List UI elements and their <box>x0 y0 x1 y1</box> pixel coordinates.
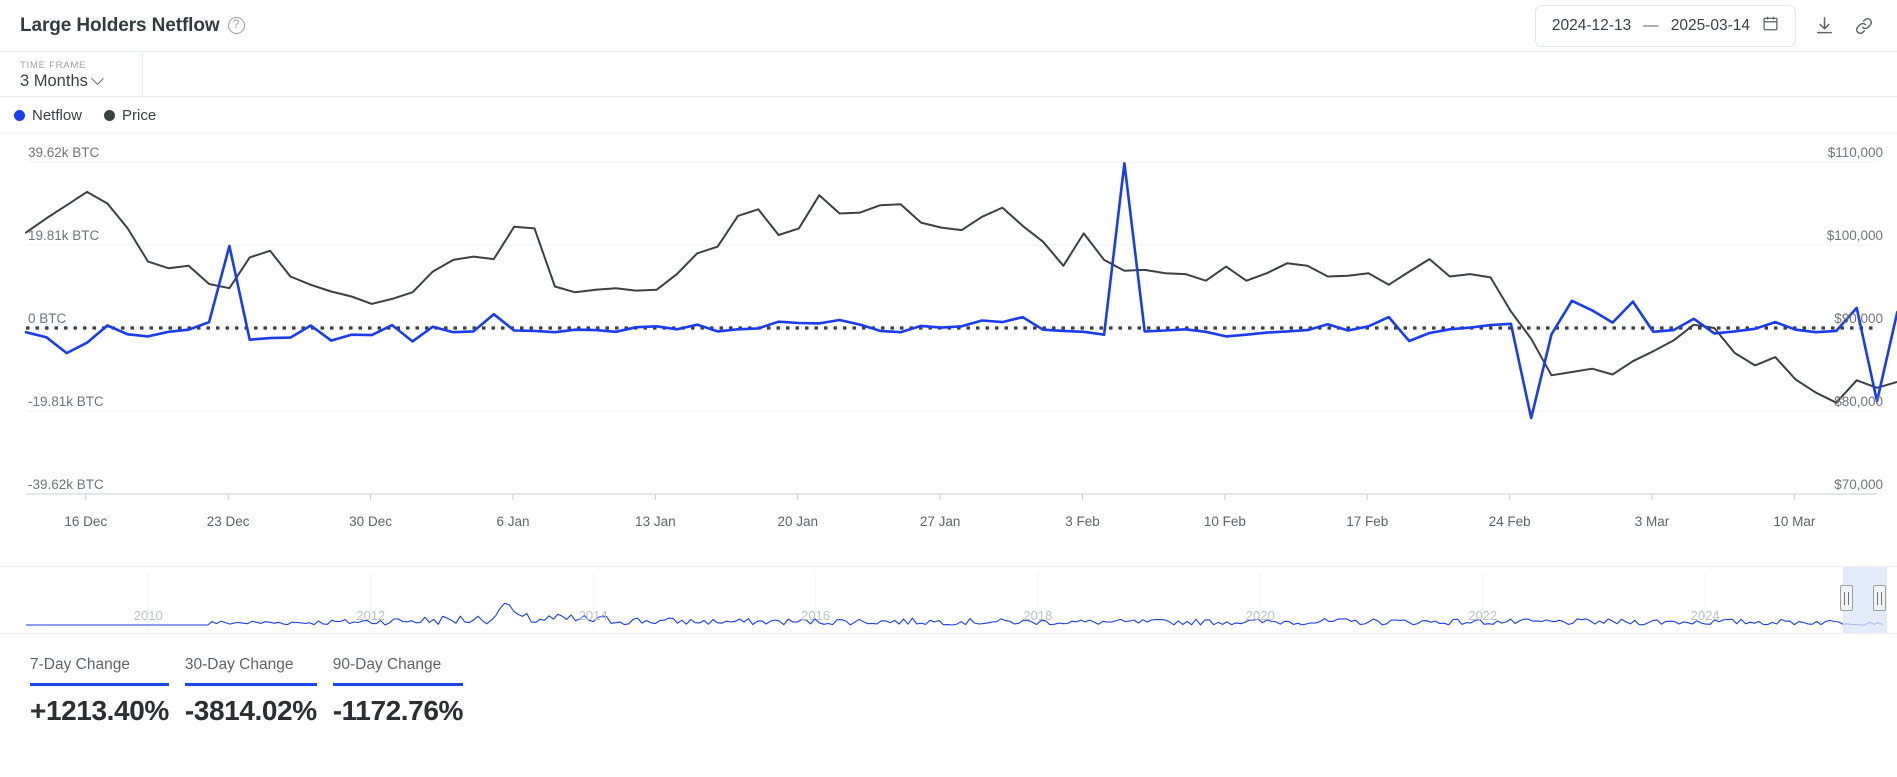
link-icon[interactable] <box>1853 15 1875 37</box>
y-axis-left-tick: 39.62k BTC <box>28 145 100 160</box>
chart-legend: Netflow Price <box>0 97 1897 134</box>
stats-row: 7-Day Change +1213.40% 30-Day Change -3814.… <box>0 634 1897 727</box>
y-axis-right-tick: $90,000 <box>1834 311 1883 326</box>
x-axis-tick: 20 Jan <box>777 514 818 529</box>
range-navigator[interactable]: 2010 2012 2014 2016 2018 2020 2022 2024 <box>0 566 1897 634</box>
page-header: Large Holders Netflow ? 2024-12-13 — 202… <box>0 0 1897 52</box>
x-axis-tick: 10 Mar <box>1773 514 1816 529</box>
navigator-year-tick: 2020 <box>1245 608 1275 623</box>
download-icon[interactable] <box>1814 15 1835 36</box>
chart-canvas <box>24 161 1897 500</box>
legend-item-price[interactable]: Price <box>104 107 156 124</box>
netflow-color-dot <box>14 109 25 121</box>
x-axis-tick: 10 Feb <box>1203 514 1246 529</box>
navigator-year-tick: 2014 <box>578 608 608 623</box>
x-axis-tick: 3 Mar <box>1634 514 1670 529</box>
chevron-down-icon <box>91 72 104 86</box>
stat-card[interactable]: 7-Day Change +1213.40% <box>30 656 169 727</box>
date-range-start: 2024-12-13 <box>1551 16 1632 34</box>
navigator-year-tick: 2022 <box>1468 608 1498 623</box>
header-right-group: 2024-12-13 — 2025-03-14 <box>1534 4 1875 47</box>
navigator-year-tick: 2010 <box>133 608 163 623</box>
y-axis-left-tick: -19.81k BTC <box>28 394 104 409</box>
navigator-year-tick: 2024 <box>1690 608 1720 623</box>
stat-value: -1172.76% <box>332 695 464 726</box>
timeframe-label: TIME FRAME <box>20 60 87 71</box>
date-range-separator: — <box>1643 16 1659 34</box>
legend-item-netflow[interactable]: Netflow <box>14 107 82 124</box>
timeframe-selector[interactable]: TIME FRAME 3 Months <box>0 52 143 96</box>
timeframe-value-row: 3 Months <box>20 72 122 91</box>
navigator-year-tick: 2012 <box>356 608 386 623</box>
main-chart[interactable]: 16 Dec 23 Dec 30 Dec 6 Jan 13 Jan 20 Jan 27 Ja… <box>0 134 1897 564</box>
question-circle-icon[interactable]: ? <box>227 17 245 34</box>
price-color-dot <box>104 109 116 121</box>
timeframe-value: 3 Months <box>20 72 88 90</box>
date-range-picker[interactable]: 2024-12-13 — 2025-03-14 <box>1534 4 1796 47</box>
stat-value: +1213.40% <box>30 695 169 726</box>
calendar-icon <box>1762 15 1779 37</box>
x-axis-tick: 27 Jan <box>919 514 961 529</box>
y-axis-left-tick: -39.62k BTC <box>28 477 104 492</box>
navigator-year-tick: 2016 <box>801 608 830 623</box>
navigator-canvas <box>26 573 1884 629</box>
page-title: Large Holders Netflow <box>20 14 220 36</box>
y-axis-left-tick: 0 BTC <box>28 311 67 326</box>
legend-label-netflow: Netflow <box>32 106 83 124</box>
navigator-handle-right[interactable] <box>1873 585 1886 611</box>
x-axis-tick: 24 Feb <box>1488 514 1531 529</box>
x-axis-tick: 13 Jan <box>635 514 676 529</box>
timeframe-bar: TIME FRAME 3 Months <box>0 52 1897 97</box>
y-axis-right-tick: $100,000 <box>1826 228 1883 243</box>
x-axis-tick: 3 Feb <box>1065 514 1100 529</box>
stat-card[interactable]: 90-Day Change -1172.76% <box>332 656 464 727</box>
x-axis-tick: 16 Dec <box>64 514 108 529</box>
x-axis-tick: 23 Dec <box>206 514 250 529</box>
x-axis-tick: 17 Feb <box>1346 514 1389 529</box>
header-left-group: Large Holders Netflow ? <box>20 15 245 37</box>
x-axis-tick: 6 Jan <box>496 514 530 529</box>
y-axis-right-tick: $110,000 <box>1827 145 1883 160</box>
y-axis-right-tick: $70,000 <box>1834 477 1883 492</box>
date-range-end: 2025-03-14 <box>1670 16 1750 34</box>
stat-card[interactable]: 30-Day Change -3814.02% <box>184 656 317 727</box>
navigator-handle-left[interactable] <box>1840 585 1853 611</box>
y-axis-right-tick: $80,000 <box>1834 394 1883 409</box>
stat-value: -3814.02% <box>184 695 317 726</box>
navigator-year-tick: 2018 <box>1023 608 1053 623</box>
y-axis-left-tick: 19.81k BTC <box>28 228 100 243</box>
x-axis-tick: 30 Dec <box>349 514 392 529</box>
stat-label: 90-Day Change <box>332 656 442 673</box>
stat-label: 7-Day Change <box>30 656 130 673</box>
legend-label-price: Price <box>122 106 157 124</box>
stat-label: 30-Day Change <box>184 656 294 673</box>
